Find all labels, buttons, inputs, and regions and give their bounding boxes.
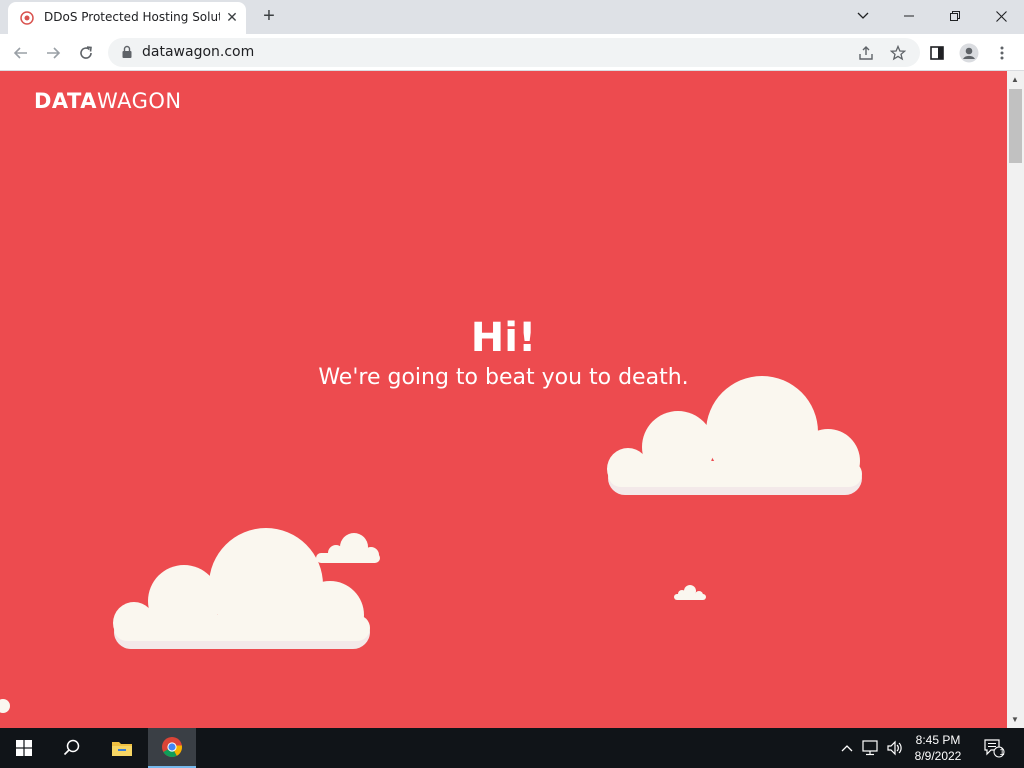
windows-start-icon[interactable] xyxy=(0,728,48,768)
chevron-down-icon[interactable] xyxy=(840,0,886,32)
hero-title: Hi! xyxy=(470,315,537,361)
back-icon[interactable] xyxy=(10,42,32,64)
search-icon[interactable] xyxy=(48,728,96,768)
logo-light: WAGON xyxy=(97,89,182,113)
tab-strip: DDoS Protected Hosting Solutions ✕ + xyxy=(0,0,1024,34)
page-content: DATAWAGON Hi! We're going to beat you to… xyxy=(0,71,1007,728)
forward-icon[interactable] xyxy=(42,42,64,64)
tab-title: DDoS Protected Hosting Solutions xyxy=(44,10,220,24)
profile-icon[interactable] xyxy=(958,42,980,64)
cloud-small xyxy=(316,533,380,563)
reload-icon[interactable] xyxy=(75,42,97,64)
url-text[interactable]: datawagon.com xyxy=(142,44,254,60)
cloud-edge-fragment xyxy=(0,699,10,713)
lock-icon[interactable] xyxy=(120,45,134,59)
notification-icon[interactable]: 1 xyxy=(978,728,1010,768)
plus-icon[interactable]: + xyxy=(258,6,280,28)
scroll-down-icon[interactable]: ▼ xyxy=(1011,715,1019,724)
address-bar[interactable]: datawagon.com xyxy=(108,38,920,67)
logo-bold: DATA xyxy=(34,89,98,113)
windows-taskbar: 8:45 PM 8/9/2022 1 xyxy=(0,728,1024,768)
cloud-large-right xyxy=(607,376,862,495)
page-scrollbar[interactable]: ▲ ▼ xyxy=(1007,71,1024,728)
kebab-menu-icon[interactable] xyxy=(991,42,1013,64)
scroll-thumb[interactable] xyxy=(1009,89,1022,163)
browser-toolbar: datawagon.com xyxy=(0,34,1024,71)
close-icon[interactable]: ✕ xyxy=(224,9,240,25)
file-explorer-icon[interactable] xyxy=(98,728,146,768)
close-window-icon[interactable] xyxy=(978,0,1024,32)
sidepanel-icon[interactable] xyxy=(926,42,948,64)
system-clock[interactable]: 8:45 PM 8/9/2022 xyxy=(910,732,966,764)
volume-icon[interactable] xyxy=(884,728,906,768)
share-icon[interactable] xyxy=(855,42,877,64)
clock-time: 8:45 PM xyxy=(915,733,961,747)
chevron-up-icon[interactable] xyxy=(838,728,856,768)
clock-date: 8/9/2022 xyxy=(914,749,962,763)
restore-icon[interactable] xyxy=(932,0,978,32)
network-icon[interactable] xyxy=(860,728,882,768)
scroll-up-icon[interactable]: ▲ xyxy=(1011,75,1019,84)
browser-tab[interactable]: DDoS Protected Hosting Solutions ✕ xyxy=(8,2,246,34)
notification-count: 1 xyxy=(999,747,1005,757)
star-icon[interactable] xyxy=(887,42,909,64)
minimize-icon[interactable] xyxy=(886,0,932,32)
cloud-tiny xyxy=(674,585,706,600)
favicon-icon xyxy=(20,11,34,25)
chrome-icon[interactable] xyxy=(148,728,196,768)
site-logo[interactable]: DATAWAGON xyxy=(34,89,182,113)
